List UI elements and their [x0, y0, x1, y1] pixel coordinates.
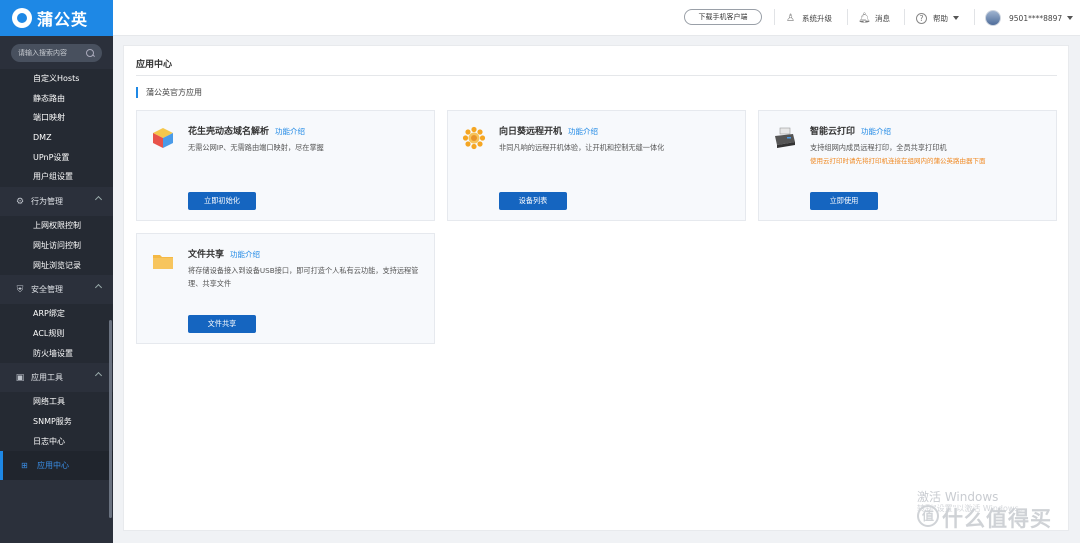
- search-icon[interactable]: [86, 48, 95, 58]
- printer-icon: [775, 127, 795, 148]
- use-now-button[interactable]: 立即使用: [810, 192, 878, 210]
- card-note: 使用云打印时请先将打印机连接在组网内的蒲公英路由器下面: [810, 157, 986, 165]
- sidebar-item-upnp[interactable]: UPnP设置: [0, 147, 113, 168]
- security-icon: ⛨: [16, 284, 24, 295]
- chevron-up-icon: [94, 284, 103, 292]
- sidebar-item-url-control[interactable]: 网址访问控制: [0, 235, 113, 256]
- brand-name: 蒲公英: [37, 10, 89, 29]
- account-label: 9501****8897: [1009, 13, 1063, 23]
- system-upgrade-label: 系统升级: [802, 13, 832, 23]
- divider: [136, 75, 1057, 76]
- caret-down-icon: [953, 16, 959, 20]
- help-icon: ?: [916, 12, 927, 24]
- sidebar-item-user-group[interactable]: 用户组设置: [0, 167, 113, 188]
- card-description: 非同凡响的远程开机体验，让开机和控制无缝一体化: [499, 143, 665, 152]
- sidebar-item-arp[interactable]: ARP绑定: [0, 304, 113, 324]
- messages-button[interactable]: 🔔︎ 消息: [858, 10, 890, 26]
- behavior-icon: ⚙: [15, 196, 25, 207]
- sidebar-item-port-mapping[interactable]: 端口映射: [0, 108, 113, 129]
- chevron-up-icon: [94, 372, 103, 380]
- sidebar-scrollbar[interactable]: [109, 320, 112, 518]
- sidebar-group-label: 安全管理: [31, 285, 63, 295]
- folder-icon: [153, 255, 173, 269]
- sidebar-menu: 自定义Hosts 静态路由 端口映射 DMZ UPnP设置 用户组设置 ⚙ 行为…: [0, 69, 113, 481]
- app-card-peanut-ddns: 花生壳动态域名解析 功能介绍 无需公网IP、无需路由端口映射，尽在掌握 立即初始化: [136, 110, 435, 221]
- card-title-text: 花生壳动态域名解析: [188, 127, 270, 137]
- sidebar-group-tools[interactable]: ▣ 应用工具: [0, 363, 113, 393]
- help-label: 帮助: [933, 13, 948, 23]
- sidebar-item-access-control[interactable]: 上网权限控制: [0, 216, 113, 236]
- download-app-button[interactable]: 下载手机客户端: [684, 9, 762, 25]
- avatar: [985, 10, 1001, 26]
- sidebar-item-label: 应用中心: [37, 461, 69, 471]
- feature-intro-link[interactable]: 功能介绍: [568, 127, 598, 136]
- card-title: 向日葵远程开机 功能介绍: [499, 124, 598, 137]
- sidebar-group-behavior[interactable]: ⚙ 行为管理: [0, 187, 113, 217]
- divider: [904, 9, 905, 25]
- divider: [774, 9, 775, 25]
- system-upgrade-button[interactable]: ♙ 系统升级: [785, 10, 832, 26]
- section-title: 蒲公英官方应用: [136, 87, 202, 98]
- cube-icon: [153, 128, 173, 148]
- app-center-panel: 应用中心 蒲公英官方应用 花生壳动态域名解析 功能介绍 无需公网IP、无需路由端口…: [123, 45, 1069, 531]
- app-card-sunflower-wol: 向日葵远程开机 功能介绍 非同凡响的远程开机体验，让开机和控制无缝一体化 设备列表: [447, 110, 746, 221]
- card-description: 支持组网内成员远程打印，全员共享打印机: [810, 143, 947, 152]
- file-share-button[interactable]: 文件共享: [188, 315, 256, 333]
- sidebar-item-snmp[interactable]: SNMP服务: [0, 411, 113, 432]
- sidebar-item-url-history[interactable]: 网址浏览记录: [0, 255, 113, 276]
- upgrade-icon: ♙: [786, 12, 795, 24]
- sidebar-item-app-center[interactable]: ⊞ 应用中心: [0, 451, 113, 481]
- sidebar-group-label: 应用工具: [31, 373, 63, 383]
- sidebar-item-acl[interactable]: ACL规则: [0, 323, 113, 344]
- feature-intro-link[interactable]: 功能介绍: [275, 127, 305, 136]
- sidebar-item-log-center[interactable]: 日志中心: [0, 431, 113, 452]
- card-title-text: 文件共享: [188, 250, 225, 260]
- sidebar-item-custom-hosts[interactable]: 自定义Hosts: [0, 69, 113, 89]
- sidebar-item-static-route[interactable]: 静态路由: [0, 88, 113, 109]
- site-watermark: 什么值得买: [942, 507, 1052, 531]
- toolbox-icon: ▣: [15, 372, 25, 383]
- logo-bar[interactable]: 蒲公英: [0, 0, 113, 36]
- chevron-up-icon: [94, 196, 103, 204]
- logo-icon: [12, 8, 32, 28]
- sidebar-group-security[interactable]: ⛨ 安全管理: [0, 275, 113, 305]
- card-title: 智能云打印 功能介绍: [810, 124, 891, 137]
- card-description: 无需公网IP、无需路由端口映射，尽在掌握: [188, 143, 324, 152]
- search-input[interactable]: [18, 49, 86, 57]
- sidebar: 蒲公英 自定义Hosts 静态路由 端口映射 DMZ UPnP设置 用户组设置 …: [0, 0, 113, 543]
- topbar: 下载手机客户端 ♙ 系统升级 🔔︎ 消息 ? 帮助 9501****8897: [113, 0, 1080, 36]
- app-center-icon: ⊞: [21, 461, 28, 471]
- caret-down-icon: [1067, 16, 1074, 20]
- device-list-button[interactable]: 设备列表: [499, 192, 567, 210]
- feature-intro-link[interactable]: 功能介绍: [230, 250, 260, 259]
- card-description: 将存储设备接入到设备USB接口，即可打造个人私有云功能，支持远程管理、共享文件: [188, 266, 419, 288]
- sidebar-item-network-tools[interactable]: 网络工具: [0, 392, 113, 412]
- divider: [847, 9, 848, 25]
- sidebar-item-dmz[interactable]: DMZ: [0, 128, 113, 148]
- app-card-file-share: 文件共享 功能介绍 将存储设备接入到设备USB接口，即可打造个人私有云功能，支持远…: [136, 233, 435, 344]
- bell-icon: 🔔︎: [858, 12, 871, 24]
- divider: [974, 9, 975, 25]
- messages-label: 消息: [875, 13, 890, 23]
- sunflower-icon: [462, 126, 486, 150]
- initialize-button[interactable]: 立即初始化: [188, 192, 256, 210]
- account-menu[interactable]: 9501****8897: [985, 10, 1074, 26]
- card-title: 文件共享 功能介绍: [188, 247, 260, 260]
- sidebar-group-label: 行为管理: [31, 197, 63, 207]
- sidebar-search: [11, 44, 102, 62]
- card-title-text: 智能云打印: [810, 127, 856, 137]
- card-title: 花生壳动态域名解析 功能介绍: [188, 124, 305, 137]
- app-card-cloud-print: 智能云打印 功能介绍 支持组网内成员远程打印，全员共享打印机 使用云打印时请先将打…: [758, 110, 1057, 221]
- feature-intro-link[interactable]: 功能介绍: [861, 127, 891, 136]
- watermark-badge: 值: [917, 505, 939, 527]
- page-title: 应用中心: [136, 60, 173, 70]
- card-title-text: 向日葵远程开机: [499, 127, 563, 137]
- sidebar-item-firewall[interactable]: 防火墙设置: [0, 343, 113, 364]
- help-menu[interactable]: ? 帮助: [916, 10, 959, 26]
